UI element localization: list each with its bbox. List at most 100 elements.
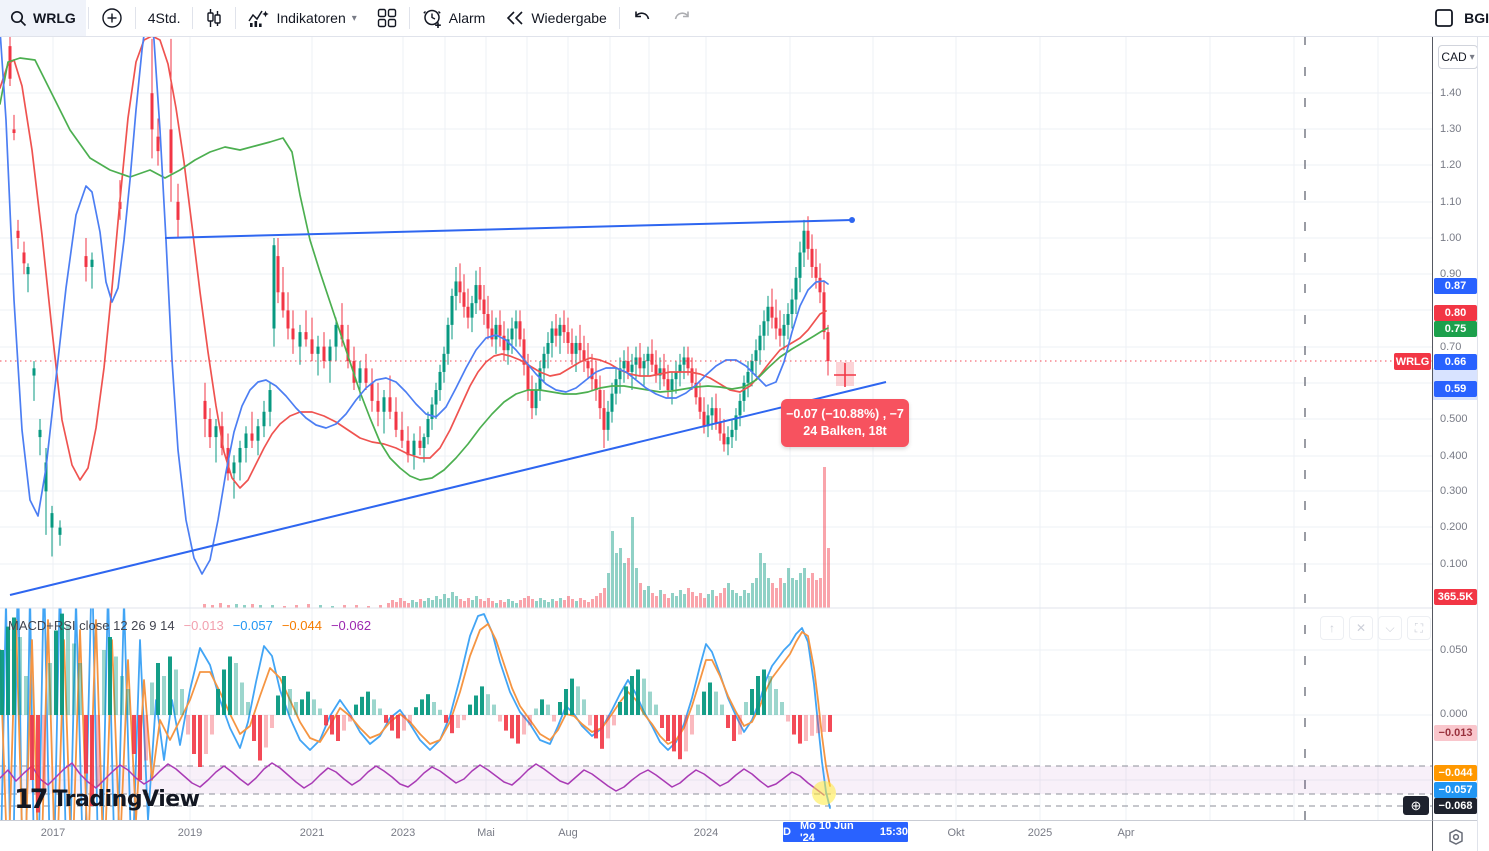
price-tick: 0.200 <box>1440 521 1468 533</box>
toolbar-divider <box>618 7 620 29</box>
alert-button[interactable]: Alarm <box>412 0 496 36</box>
collapse-pane-button[interactable]: ⌵ <box>1378 616 1402 640</box>
undo-icon <box>632 10 652 26</box>
tradingview-logo-mark: 17 <box>14 784 49 815</box>
replay-button[interactable]: Wiedergabe <box>495 0 617 36</box>
maximize-pane-button[interactable]: ⛶ <box>1407 616 1431 640</box>
symbol-price-tag: WRLG <box>1394 353 1431 370</box>
chevron-down-icon: ▾ <box>1469 51 1475 63</box>
chart-style-button[interactable] <box>195 0 233 36</box>
upper-trendline[interactable] <box>164 219 853 239</box>
layout-grid-button[interactable] <box>367 0 407 36</box>
alert-label: Alarm <box>448 10 486 26</box>
next-symbol-partial: BGI <box>1464 10 1489 26</box>
time-label-2024: 2024 <box>693 827 719 839</box>
price-tick: 0.500 <box>1440 413 1468 425</box>
price-tag-075: 0.75 <box>1434 321 1477 337</box>
close-pane-button[interactable]: ✕ <box>1349 616 1373 640</box>
time-tag-time: 15:30 <box>879 826 908 838</box>
price-tick: 0.70 <box>1440 341 1462 353</box>
time-label-2025: 2025 <box>1027 827 1053 839</box>
indicators-label: Indikatoren <box>276 10 346 26</box>
time-label-Apr: Apr <box>1117 827 1135 839</box>
price-tag-087: 0.87 <box>1434 278 1477 294</box>
price-tick: 1.20 <box>1440 159 1462 171</box>
measure-tooltip-line1: −0.07 (−10.88%) , −7 <box>786 407 904 421</box>
toolbar-right: BGI <box>1434 8 1489 28</box>
measure-tooltip-line2: 24 Balken, 18t <box>803 424 887 438</box>
lower-trendline[interactable] <box>9 381 887 596</box>
time-tag-date: Mo 10 Jun '24 <box>799 820 854 844</box>
add-alert-plus-button[interactable]: ⊕ <box>1403 796 1429 815</box>
search-icon <box>10 10 27 27</box>
top-toolbar: WRLG 4Std. Indikatoren ▾ Alarm Wiedergab… <box>0 0 1489 37</box>
chevron-down-icon: ▾ <box>351 12 357 24</box>
interval-label: 4Std. <box>147 10 181 26</box>
time-label-2017: 2017 <box>40 827 66 839</box>
tradingview-logo-text: TradingView <box>52 787 200 812</box>
price-tick: 1.40 <box>1440 87 1462 99</box>
plus-circle-icon <box>101 7 123 29</box>
time-label-Aug: Aug <box>558 827 578 839</box>
undo-button[interactable] <box>622 0 662 36</box>
time-tag-interval: D <box>783 826 791 838</box>
redo-icon <box>672 10 692 26</box>
price-tag-0044: −0.044 <box>1434 765 1477 781</box>
toolbar-divider <box>134 7 136 29</box>
indicators-icon <box>248 8 270 28</box>
price-tick: 0.400 <box>1440 450 1468 462</box>
compare-add-button[interactable] <box>91 0 133 36</box>
measure-tooltip: −0.07 (−10.88%) , −7 24 Balken, 18t <box>781 399 909 447</box>
ma-blue <box>0 36 829 575</box>
gear-icon <box>1446 827 1466 847</box>
price-tag-0057: −0.057 <box>1434 782 1477 798</box>
time-label-2021: 2021 <box>299 827 325 839</box>
price-tag-3655K: 365.5K <box>1434 589 1477 605</box>
symbol-search-button[interactable]: WRLG <box>0 0 86 36</box>
tradingview-app: WRLG 4Std. Indikatoren ▾ Alarm Wiedergab… <box>0 0 1489 851</box>
axis-settings-corner[interactable] <box>1432 820 1478 851</box>
price-tick: 1.00 <box>1440 232 1462 244</box>
volume-bars <box>203 467 830 608</box>
symbol-name: WRLG <box>33 10 76 26</box>
indicator-status-row[interactable]: MACD+RSI close 12 26 9 14 −0.013 −0.057 … <box>8 618 371 633</box>
moving-averages <box>0 36 829 575</box>
time-axis[interactable]: D Mo 10 Jun '24 15:30 2017 2019 2021 2023 Ma… <box>0 820 1432 851</box>
price-tag-066: 0.66 <box>1434 354 1477 370</box>
pane-controls: ↑ ✕ ⌵ ⛶ <box>1320 616 1431 640</box>
toolbar-divider <box>192 7 194 29</box>
chart-canvas[interactable] <box>0 0 1489 851</box>
time-label-2019: 2019 <box>177 827 203 839</box>
toolbar-divider <box>87 7 89 29</box>
save-layout-checkbox-icon[interactable] <box>1434 8 1454 28</box>
tradingview-logo: 17 TradingView <box>14 784 200 815</box>
price-tick: 0.100 <box>1440 558 1468 570</box>
price-tick: 1.10 <box>1440 196 1462 208</box>
replay-rewind-icon <box>505 10 525 26</box>
price-tag-080: 0.80 <box>1434 305 1477 321</box>
rsi-highlight-circle <box>812 781 836 805</box>
candlestick-icon <box>205 8 223 28</box>
interval-button[interactable]: 4Std. <box>138 0 191 36</box>
indicator-value-macd: −0.057 <box>232 618 273 633</box>
price-tag-0013: −0.013 <box>1434 725 1477 741</box>
time-label-Okt: Okt <box>947 827 965 839</box>
redo-button[interactable] <box>662 0 702 36</box>
indicator-value-signal: −0.044 <box>281 618 322 633</box>
right-edge-strip <box>1477 36 1489 851</box>
indicator-value-histogram: −0.013 <box>183 618 224 633</box>
grid-layout-icon <box>377 8 397 28</box>
currency-dropdown[interactable]: CAD ▾ <box>1438 45 1478 69</box>
price-axis[interactable]: CAD ▾ 1.40 1.30 1.20 1.10 1.00 0.90 0.70 0.500 0… <box>1432 36 1478 851</box>
indicators-button[interactable]: Indikatoren ▾ <box>238 0 366 36</box>
rsi-band <box>0 766 1432 794</box>
time-label-Mai: Mai <box>477 827 495 839</box>
current-bar-time-tag: D Mo 10 Jun '24 15:30 <box>783 820 908 844</box>
indicator-title: MACD+RSI close 12 26 9 14 <box>8 618 175 633</box>
indicator-value-rsi: −0.062 <box>330 618 372 633</box>
alarm-clock-icon <box>422 8 443 29</box>
move-pane-up-button[interactable]: ↑ <box>1320 616 1344 640</box>
time-label-2023: 2023 <box>390 827 416 839</box>
measure-crosshair <box>834 362 856 387</box>
toolbar-divider <box>408 7 410 29</box>
